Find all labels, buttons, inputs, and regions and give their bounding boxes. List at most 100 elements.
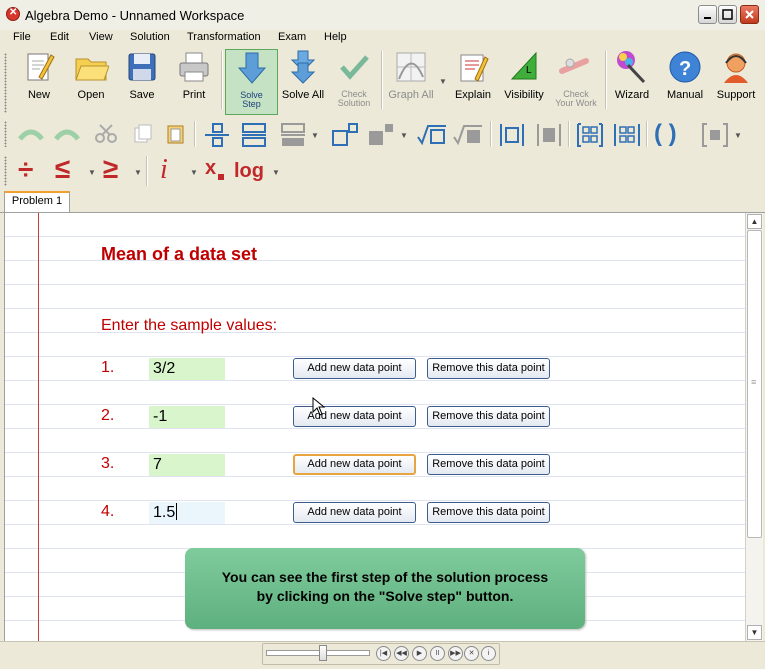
remove-data-point-button[interactable]: Remove this data point [427, 454, 550, 475]
check-solution-label-2: Solution [337, 98, 371, 108]
playback-slider-track[interactable] [266, 650, 370, 656]
square-root-icon[interactable] [416, 123, 448, 147]
add-data-point-button[interactable]: Add new data point [293, 454, 416, 475]
subscript-box-icon [218, 174, 224, 180]
playback-slider-thumb[interactable] [319, 645, 327, 661]
title-bar: Algebra Demo - Unnamed Workspace [0, 0, 765, 31]
toolbar-separator [605, 51, 607, 109]
menu-help[interactable]: Help [324, 31, 347, 43]
support-agent-icon [724, 53, 748, 83]
brackets-icon[interactable] [700, 123, 730, 147]
toolbar-grip[interactable] [4, 121, 7, 147]
pause-icon[interactable]: II [430, 646, 445, 661]
toolbar-grip[interactable] [4, 53, 7, 113]
imaginary-unit-icon[interactable]: i [160, 156, 168, 184]
hint-line-2: by clicking on the "Solve step" button. [256, 588, 514, 604]
greater-equal-icon[interactable]: ≥ [103, 155, 118, 183]
log-dropdown-arrow[interactable]: ▼ [272, 168, 280, 177]
fraction-dropdown-arrow[interactable]: ▼ [311, 131, 319, 140]
minimize-button[interactable] [698, 5, 717, 24]
undo-icon[interactable] [16, 123, 46, 145]
mixed-fraction-icon[interactable] [279, 123, 307, 147]
toolbar-grip[interactable] [4, 156, 7, 186]
check-your-work-button[interactable]: Check Your Work [550, 49, 602, 108]
menu-edit[interactable]: Edit [50, 31, 69, 43]
maximize-icon [722, 9, 733, 20]
print-button[interactable]: Print [172, 49, 216, 101]
menu-file[interactable]: File [13, 31, 31, 43]
norm-icon[interactable] [535, 123, 563, 147]
vertical-scrollbar[interactable]: ▲ ▼ [745, 213, 763, 641]
inequality-dropdown-arrow-2[interactable]: ▼ [134, 168, 142, 177]
copy-icon[interactable] [132, 123, 154, 145]
brackets-dropdown-arrow[interactable]: ▼ [734, 131, 742, 140]
subscript-icon[interactable]: x [205, 156, 216, 180]
save-button[interactable]: Save [120, 49, 164, 101]
open-button[interactable]: Open [69, 49, 113, 101]
parentheses-icon[interactable]: ( ) [654, 122, 677, 146]
constants-dropdown-arrow[interactable]: ▼ [190, 168, 198, 177]
explain-button[interactable]: Explain [449, 49, 497, 101]
check-solution-button[interactable]: Check Solution [331, 49, 377, 108]
divide-icon[interactable]: ÷ [18, 156, 33, 184]
menu-exam[interactable]: Exam [278, 31, 306, 43]
close-button[interactable] [740, 5, 759, 24]
fast-forward-icon[interactable]: ▶▶ [448, 646, 463, 661]
new-label: New [27, 89, 50, 101]
menu-solution[interactable]: Solution [130, 31, 170, 43]
tab-problem-1[interactable]: Problem 1 [4, 191, 70, 212]
data-point-input[interactable]: -1 [149, 406, 225, 428]
solve-all-button[interactable]: Solve All [279, 49, 327, 101]
manual-button[interactable]: ? Manual [662, 49, 708, 101]
exponent-icon[interactable] [330, 123, 360, 147]
absolute-value-icon[interactable] [498, 123, 526, 147]
scroll-thumb[interactable] [747, 230, 762, 538]
remove-data-point-button[interactable]: Remove this data point [427, 502, 550, 523]
stop-icon[interactable]: ✕ [464, 646, 479, 661]
inequality-dropdown-arrow[interactable]: ▼ [88, 168, 96, 177]
support-button[interactable]: Support [713, 49, 759, 101]
tab-strip: Problem 1 [0, 190, 765, 213]
play-icon[interactable]: ▶ [412, 646, 427, 661]
arrow-down-icon [237, 52, 266, 84]
redo-icon[interactable] [52, 123, 82, 145]
graph-dropdown-arrow[interactable]: ▼ [439, 77, 447, 86]
margin-line [38, 213, 39, 641]
less-equal-icon[interactable]: ≤ [55, 155, 70, 183]
data-point-input[interactable]: 3/2 [149, 358, 225, 380]
menu-transformation[interactable]: Transformation [187, 31, 261, 43]
nth-root-icon[interactable] [452, 123, 484, 147]
remove-data-point-button[interactable]: Remove this data point [427, 406, 550, 427]
data-point-input[interactable]: 7 [149, 454, 225, 476]
app-icon[interactable] [6, 7, 20, 21]
maximize-button[interactable] [718, 5, 737, 24]
info-icon[interactable]: i [481, 646, 496, 661]
determinant-icon[interactable] [612, 123, 642, 147]
stacked-fraction-icon[interactable] [240, 123, 268, 147]
add-data-point-button[interactable]: Add new data point [293, 502, 416, 523]
save-icon [128, 53, 156, 81]
add-data-point-button[interactable]: Add new data point [293, 358, 416, 379]
exponent-filled-icon[interactable] [366, 123, 396, 147]
paste-icon[interactable] [165, 123, 187, 145]
menu-view[interactable]: View [89, 31, 113, 43]
remove-data-point-button[interactable]: Remove this data point [427, 358, 550, 379]
scroll-up-button[interactable]: ▲ [747, 214, 762, 229]
wizard-wand-icon [617, 51, 646, 84]
skip-to-start-icon[interactable]: |◀ [376, 646, 391, 661]
data-point-input-active[interactable]: 1.5 [149, 502, 225, 524]
cut-icon[interactable] [94, 123, 118, 145]
worksheet[interactable]: Mean of a data set Enter the sample valu… [4, 213, 746, 641]
scroll-down-button[interactable]: ▼ [747, 625, 762, 640]
new-button[interactable]: New [17, 49, 61, 101]
graph-all-button[interactable]: Graph All [386, 49, 436, 101]
support-label: Support [716, 89, 756, 101]
solve-step-button[interactable]: Solve Step [225, 49, 278, 115]
log-icon[interactable]: log [234, 159, 264, 183]
matrix-icon[interactable] [575, 123, 605, 147]
wizard-button[interactable]: Wizard [609, 49, 655, 101]
exponent-dropdown-arrow[interactable]: ▼ [400, 131, 408, 140]
rewind-icon[interactable]: ◀◀ [394, 646, 409, 661]
visibility-button[interactable]: L Visibility [500, 49, 548, 101]
fraction-icon[interactable] [203, 123, 231, 147]
